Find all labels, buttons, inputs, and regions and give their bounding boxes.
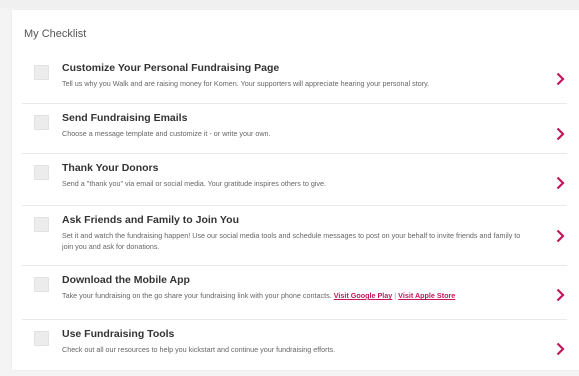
chevron-right-icon[interactable] bbox=[553, 173, 567, 193]
item-description: Take your fundraising on the go share yo… bbox=[62, 290, 532, 301]
item-description: Tell us why you Walk and are raising mon… bbox=[62, 79, 430, 88]
item-text: Customize Your Personal Fundraising Page… bbox=[62, 62, 532, 89]
item-description: Check out all our resources to help you … bbox=[62, 345, 336, 354]
checkbox[interactable] bbox=[34, 65, 49, 80]
item-title: Use Fundraising Tools bbox=[62, 328, 175, 340]
chevron-right-icon[interactable] bbox=[553, 285, 567, 305]
google-play-link[interactable]: Visit Google Play bbox=[334, 291, 393, 300]
item-description: Send a "thank you" via email or social m… bbox=[62, 179, 326, 188]
checklist-item-customize-page[interactable]: Customize Your Personal Fundraising Page… bbox=[22, 54, 567, 104]
checklist-list: Customize Your Personal Fundraising Page… bbox=[22, 54, 567, 376]
checklist-item-ask-friends[interactable]: Ask Friends and Family to Join You Set i… bbox=[22, 206, 567, 266]
top-bar bbox=[0, 0, 579, 8]
checkbox[interactable] bbox=[34, 165, 49, 180]
item-title: Thank Your Donors bbox=[62, 162, 159, 174]
item-description-text: Take your fundraising on the go share yo… bbox=[62, 291, 332, 300]
checklist-panel: My Checklist Customize Your Personal Fun… bbox=[12, 10, 579, 370]
item-description: Choose a message template and customize … bbox=[62, 129, 271, 138]
checklist-item-send-emails[interactable]: Send Fundraising Emails Choose a message… bbox=[22, 104, 567, 154]
checklist-item-thank-donors[interactable]: Thank Your Donors Send a "thank you" via… bbox=[22, 154, 567, 206]
item-text: Ask Friends and Family to Join You Set i… bbox=[62, 214, 532, 252]
item-text: Use Fundraising Tools Check out all our … bbox=[62, 328, 532, 355]
apple-store-link[interactable]: Visit Apple Store bbox=[398, 291, 455, 300]
checkbox[interactable] bbox=[34, 217, 49, 232]
checkbox[interactable] bbox=[34, 277, 49, 292]
item-title: Ask Friends and Family to Join You bbox=[62, 214, 239, 226]
item-text: Download the Mobile App Take your fundra… bbox=[62, 274, 532, 301]
item-description: Set it and watch the fundraising happen!… bbox=[62, 231, 521, 251]
checkbox[interactable] bbox=[34, 115, 49, 130]
chevron-right-icon[interactable] bbox=[553, 69, 567, 89]
link-separator: | bbox=[394, 291, 397, 300]
item-title: Download the Mobile App bbox=[62, 274, 190, 286]
chevron-right-icon[interactable] bbox=[553, 226, 567, 246]
checkbox[interactable] bbox=[34, 331, 49, 346]
item-title: Send Fundraising Emails bbox=[62, 112, 188, 124]
panel-title: My Checklist bbox=[24, 28, 87, 40]
item-text: Thank Your Donors Send a "thank you" via… bbox=[62, 162, 532, 189]
checklist-item-mobile-app[interactable]: Download the Mobile App Take your fundra… bbox=[22, 266, 567, 320]
chevron-right-icon[interactable] bbox=[553, 124, 567, 144]
item-title: Customize Your Personal Fundraising Page bbox=[62, 62, 280, 74]
item-text: Send Fundraising Emails Choose a message… bbox=[62, 112, 532, 139]
chevron-right-icon[interactable] bbox=[553, 339, 567, 359]
